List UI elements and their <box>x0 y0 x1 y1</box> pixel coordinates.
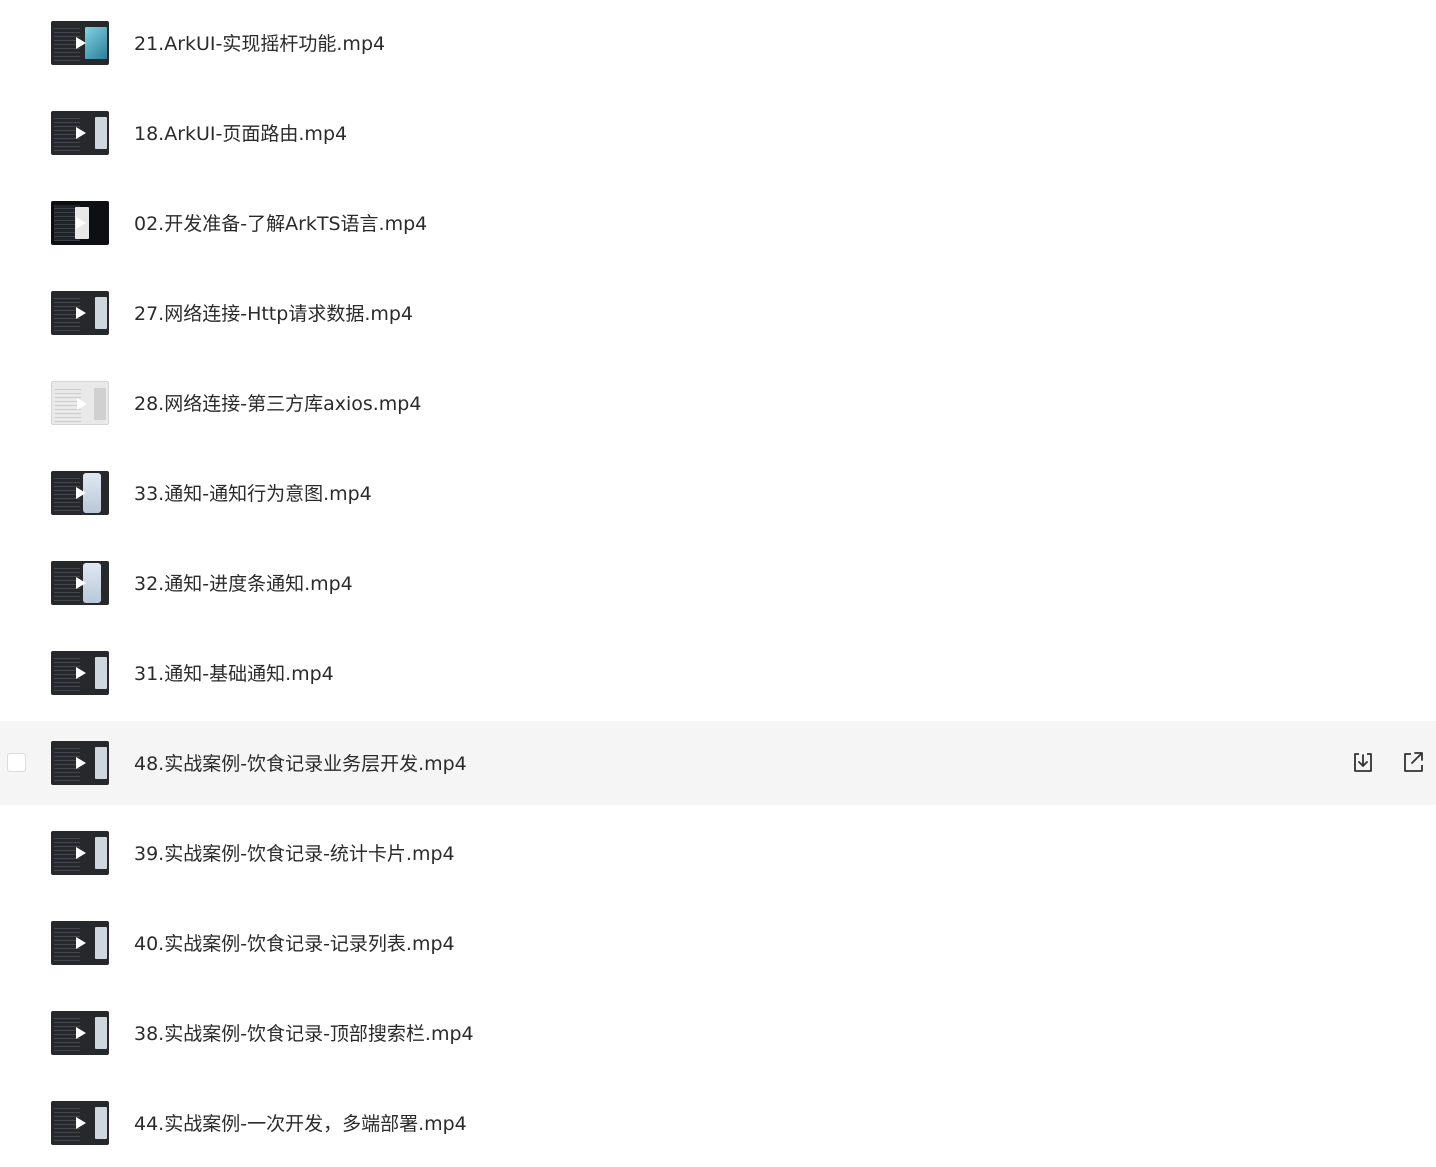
play-icon <box>76 217 86 229</box>
video-thumbnail[interactable] <box>51 471 109 515</box>
file-row[interactable]: 27.网络连接-Http请求数据.mp4 <box>0 271 1436 355</box>
play-icon <box>76 667 86 679</box>
play-icon <box>76 577 86 589</box>
download-button[interactable] <box>1350 750 1376 776</box>
play-icon <box>76 127 86 139</box>
file-row[interactable]: 44.实战案例-一次开发，多端部署.mp4 <box>0 1081 1436 1165</box>
file-name[interactable]: 18.ArkUI-页面路由.mp4 <box>134 121 347 147</box>
video-thumbnail[interactable] <box>51 651 109 695</box>
file-row[interactable]: 32.通知-进度条通知.mp4 <box>0 541 1436 625</box>
video-thumbnail[interactable] <box>51 381 109 425</box>
preview-panel <box>95 1107 107 1139</box>
video-thumbnail[interactable] <box>51 921 109 965</box>
external-link-icon <box>1404 752 1423 772</box>
file-row[interactable]: 40.实战案例-饮食记录-记录列表.mp4 <box>0 901 1436 985</box>
video-thumbnail[interactable] <box>51 291 109 335</box>
file-name[interactable]: 02.开发准备-了解ArkTS语言.mp4 <box>134 211 427 237</box>
video-thumbnail[interactable] <box>51 561 109 605</box>
video-thumbnail[interactable] <box>51 1011 109 1055</box>
file-name[interactable]: 40.实战案例-饮食记录-记录列表.mp4 <box>134 931 455 957</box>
file-row[interactable]: 33.通知-通知行为意图.mp4 <box>0 451 1436 535</box>
preview-panel <box>95 747 107 779</box>
video-thumbnail[interactable] <box>51 741 109 785</box>
play-icon <box>76 937 86 949</box>
file-name[interactable]: 21.ArkUI-实现摇杆功能.mp4 <box>134 31 385 57</box>
download-icon <box>1354 753 1372 772</box>
video-thumbnail[interactable] <box>51 1101 109 1145</box>
play-icon <box>76 37 86 49</box>
file-name[interactable]: 39.实战案例-饮食记录-统计卡片.mp4 <box>134 841 455 867</box>
file-row[interactable]: 48.实战案例-饮食记录业务层开发.mp4 <box>0 721 1436 805</box>
video-thumbnail[interactable] <box>51 21 109 65</box>
play-icon <box>76 1027 86 1039</box>
play-icon <box>76 307 86 319</box>
file-name[interactable]: 38.实战案例-饮食记录-顶部搜索栏.mp4 <box>134 1021 474 1047</box>
file-name[interactable]: 32.通知-进度条通知.mp4 <box>134 571 353 597</box>
select-checkbox[interactable] <box>7 753 26 772</box>
file-row[interactable]: 02.开发准备-了解ArkTS语言.mp4 <box>0 181 1436 265</box>
preview-panel <box>85 27 107 59</box>
file-row[interactable]: 21.ArkUI-实现摇杆功能.mp4 <box>0 1 1436 85</box>
file-name[interactable]: 48.实战案例-饮食记录业务层开发.mp4 <box>134 751 467 777</box>
preview-panel <box>95 297 107 329</box>
open-external-button[interactable] <box>1400 750 1426 776</box>
file-row[interactable]: 39.实战案例-饮食记录-统计卡片.mp4 <box>0 811 1436 895</box>
preview-panel <box>95 117 107 149</box>
file-row[interactable]: 38.实战案例-饮食记录-顶部搜索栏.mp4 <box>0 991 1436 1075</box>
video-thumbnail[interactable] <box>51 201 109 245</box>
play-icon <box>76 1117 86 1129</box>
file-row[interactable]: 31.通知-基础通知.mp4 <box>0 631 1436 715</box>
video-thumbnail[interactable] <box>51 831 109 875</box>
file-name[interactable]: 31.通知-基础通知.mp4 <box>134 661 334 687</box>
preview-panel <box>95 1017 107 1049</box>
file-name[interactable]: 44.实战案例-一次开发，多端部署.mp4 <box>134 1111 467 1137</box>
video-thumbnail[interactable] <box>51 111 109 155</box>
file-name[interactable]: 33.通知-通知行为意图.mp4 <box>134 481 372 507</box>
preview-panel <box>95 837 107 869</box>
preview-panel <box>95 927 107 959</box>
play-icon <box>76 847 86 859</box>
file-row[interactable]: 18.ArkUI-页面路由.mp4 <box>0 91 1436 175</box>
play-icon <box>76 487 86 499</box>
preview-panel <box>95 657 107 689</box>
file-row[interactable]: 28.网络连接-第三方库axios.mp4 <box>0 361 1436 445</box>
file-list: 21.ArkUI-实现摇杆功能.mp4 18.ArkUI-页面路由.mp4 02.开… <box>0 0 1436 1167</box>
preview-panel <box>94 388 106 420</box>
file-name[interactable]: 27.网络连接-Http请求数据.mp4 <box>134 301 413 327</box>
play-icon <box>77 398 87 410</box>
play-icon <box>76 757 86 769</box>
file-name[interactable]: 28.网络连接-第三方库axios.mp4 <box>134 391 421 417</box>
